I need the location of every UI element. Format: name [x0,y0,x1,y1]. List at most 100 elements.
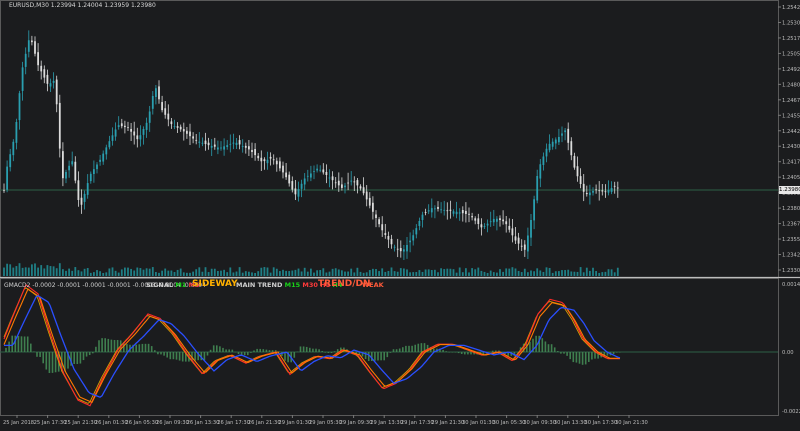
candle-body [77,180,80,200]
histogram-bar [144,343,147,352]
volume-bar [477,267,480,276]
chart-canvas[interactable]: 1.25425 1.25300 1.25175 1.25050 1.24925 1.248… [0,0,800,427]
histogram-bar [330,352,333,354]
candle-body [263,159,266,162]
candle-body [471,216,473,218]
candle-body [55,79,58,105]
volume-bar [235,271,238,276]
candle-body [378,219,380,225]
volume-bar [198,267,201,276]
macd-line-orange [3,288,620,404]
histogram-bar [591,352,593,360]
volume-bar [260,267,263,276]
candle-body [34,41,36,54]
histogram-bar [253,350,255,352]
volume-bar [266,267,269,276]
candle-body [502,219,504,222]
price-axis-label: 1.24175 [782,160,800,166]
candle-body [585,193,588,195]
volume-bar [313,272,315,276]
candle-body [24,53,27,67]
candle-body [409,240,411,243]
histogram-bar [250,352,252,353]
candle-body [579,176,582,184]
volume-bar [567,269,570,276]
volume-bar [585,267,588,276]
trading-chart[interactable]: 1.25425 1.25300 1.25175 1.25050 1.24925 1.248… [0,0,800,427]
candle-body [570,141,573,156]
time-axis-label: 30 Jan 17:30 [584,420,617,426]
candle-body [576,166,579,177]
histogram-bar [30,343,32,352]
candle-body [254,149,256,156]
candle-body [486,223,489,226]
volume-bar [576,271,579,276]
price-axis-label: 1.24300 [782,144,800,150]
volume-bar [24,267,27,276]
histogram-bar [336,349,339,352]
volume-bar [161,270,163,276]
candle-body [148,111,151,123]
volume-bar [15,266,18,276]
histogram-bar [584,352,587,365]
histogram-bar [535,335,537,352]
candle-body [458,212,461,214]
volume-bar [328,271,331,276]
volume-bar [434,269,436,276]
histogram-bar [550,344,553,352]
candle-body [511,228,514,236]
histogram-bar [575,352,578,363]
volume-bar [381,268,384,276]
histogram-bar [299,346,302,352]
candle-body [610,188,613,192]
volume-bar [34,263,36,276]
volume-bar [396,271,399,276]
candle-body [217,147,219,150]
volume-bar [359,271,362,276]
volume-bar [93,272,95,276]
volume-bar [306,271,309,276]
candle-body [282,165,284,173]
candle-body [598,190,601,192]
volume-bar [114,270,117,276]
candle-body [124,125,126,128]
volume-bar [127,267,129,276]
histogram-bar [85,352,88,357]
candle-body [499,218,501,220]
histogram-bar [296,351,299,353]
volume-bar [378,271,380,276]
histogram-bar [560,352,562,354]
volume-bar [418,270,421,276]
volume-bar [12,267,15,276]
price-axis-label: 1.25050 [782,51,800,57]
volume-bar [437,272,439,276]
time-axis-label: 26 Jan 09:30 [156,420,189,426]
candle-body [539,164,542,179]
volume-bar [492,272,495,276]
volume-bar [99,271,101,276]
volume-bar [142,269,145,276]
volume-bar [387,270,390,276]
price-axis-label: 1.23300 [782,268,800,274]
volume-bar [446,268,449,276]
volume-bar [263,267,266,276]
histogram-bar [101,338,103,352]
volume-bar [232,272,235,276]
candle-body [483,226,486,227]
candle-body [545,148,548,157]
histogram-bar [491,350,494,352]
histogram-bar [460,352,463,355]
volume-bar [561,270,563,276]
volume-bar [517,270,520,276]
volume-bar [362,272,365,276]
volume-bar [455,272,458,276]
time-axis-label: 29 Jan 21:30 [431,420,464,426]
histogram-bar [178,352,181,361]
time-axis-label: 29 Jan 01:30 [278,420,311,426]
histogram-bar [45,352,48,370]
candle-body [334,182,337,184]
candle-body [396,248,399,250]
volume-bar [449,268,452,276]
histogram-bar [110,339,113,352]
histogram-bar [8,341,10,352]
